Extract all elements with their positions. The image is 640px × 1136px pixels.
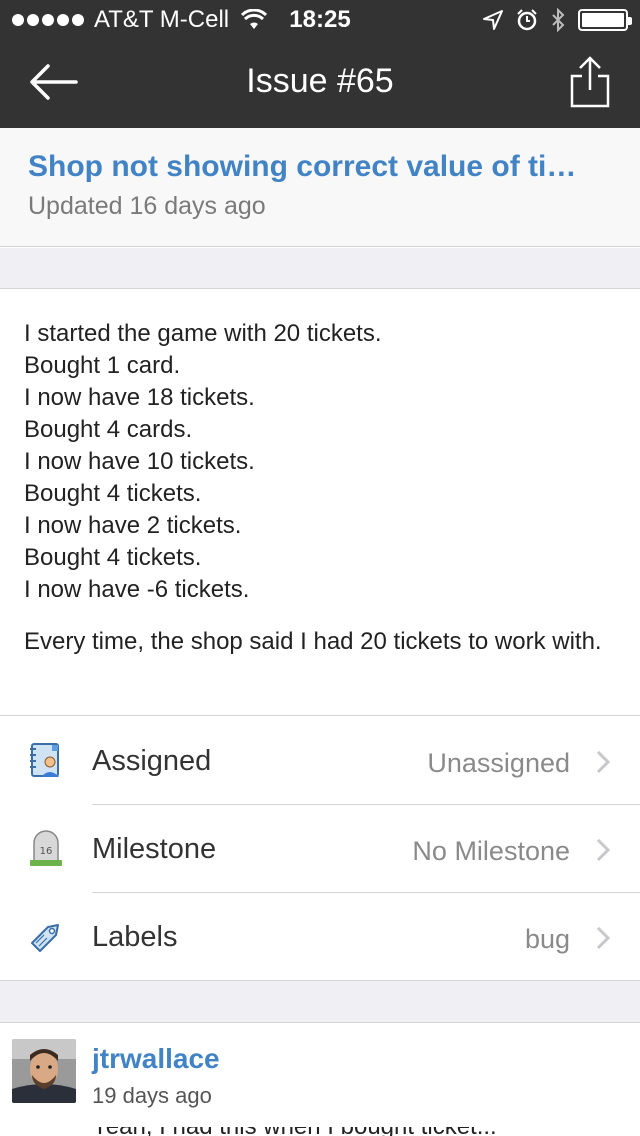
navigation-bar: Issue #65 bbox=[0, 40, 640, 128]
status-bar: AT&T M-Cell 18:25 bbox=[0, 0, 640, 40]
body-line: Bought 4 tickets. bbox=[24, 544, 202, 571]
labels-row[interactable]: Labels bug bbox=[0, 893, 640, 981]
body-line: I now have -6 tickets. bbox=[24, 576, 250, 603]
chevron-right-icon bbox=[596, 838, 610, 862]
section-divider bbox=[0, 980, 640, 1023]
page-title: Issue #65 bbox=[246, 62, 394, 100]
assigned-row[interactable]: Assigned Unassigned bbox=[0, 717, 640, 805]
issue-title: Shop not showing correct value of ti… bbox=[28, 150, 577, 183]
milestone-icon-text: 16 bbox=[40, 846, 53, 857]
comment-text: Yeah, I had this when I bought ticket... bbox=[92, 1127, 612, 1136]
section-divider bbox=[0, 248, 640, 289]
body-line: I now have 18 tickets. bbox=[24, 384, 255, 411]
comment-author[interactable]: jtrwallace bbox=[92, 1043, 220, 1075]
milestone-value: No Milestone bbox=[412, 836, 570, 866]
chevron-right-icon bbox=[596, 750, 610, 774]
body-line: I started the game with 20 tickets. bbox=[24, 320, 382, 347]
assigned-value: Unassigned bbox=[427, 748, 570, 778]
body-line: Bought 4 tickets. bbox=[24, 480, 202, 507]
status-bar-right bbox=[482, 8, 632, 32]
issue-header: Shop not showing correct value of ti… Up… bbox=[0, 128, 640, 247]
assignee-icon bbox=[30, 743, 59, 777]
share-icon[interactable] bbox=[568, 54, 612, 110]
body-line: Bought 4 cards. bbox=[24, 416, 193, 443]
battery-icon bbox=[578, 9, 632, 31]
body-line: I now have 2 tickets. bbox=[24, 512, 242, 539]
comment-item: jtrwallace 19 days ago Yeah, I had this … bbox=[0, 1023, 640, 1136]
body-line: Bought 1 card. bbox=[24, 352, 181, 379]
milestone-icon: 16 bbox=[30, 830, 62, 866]
chevron-right-icon bbox=[596, 926, 610, 950]
label-tag-icon bbox=[31, 924, 59, 952]
issue-updated-time: Updated 16 days ago bbox=[28, 192, 266, 220]
comment-text-clip: Yeah, I had this when I bought ticket... bbox=[92, 1127, 612, 1136]
comment-time: 19 days ago bbox=[92, 1083, 212, 1108]
avatar[interactable] bbox=[12, 1039, 76, 1103]
location-icon bbox=[483, 10, 503, 30]
labels-value: bug bbox=[524, 924, 570, 954]
body-line: I now have 10 tickets. bbox=[24, 448, 255, 475]
milestone-label: Milestone bbox=[92, 833, 217, 865]
milestone-row[interactable]: 16 Milestone No Milestone bbox=[0, 805, 640, 893]
issue-body-lines: I started the game with 20 tickets. Boug… bbox=[24, 318, 382, 606]
issue-body-paragraph: Every time, the shop said I had 20 ticke… bbox=[24, 628, 602, 655]
labels-label: Labels bbox=[92, 921, 178, 953]
issue-body: I started the game with 20 tickets. Boug… bbox=[0, 290, 640, 716]
alarm-icon bbox=[517, 9, 537, 31]
battery-level bbox=[582, 13, 624, 27]
bluetooth-icon bbox=[552, 8, 565, 32]
assigned-label: Assigned bbox=[92, 745, 212, 777]
